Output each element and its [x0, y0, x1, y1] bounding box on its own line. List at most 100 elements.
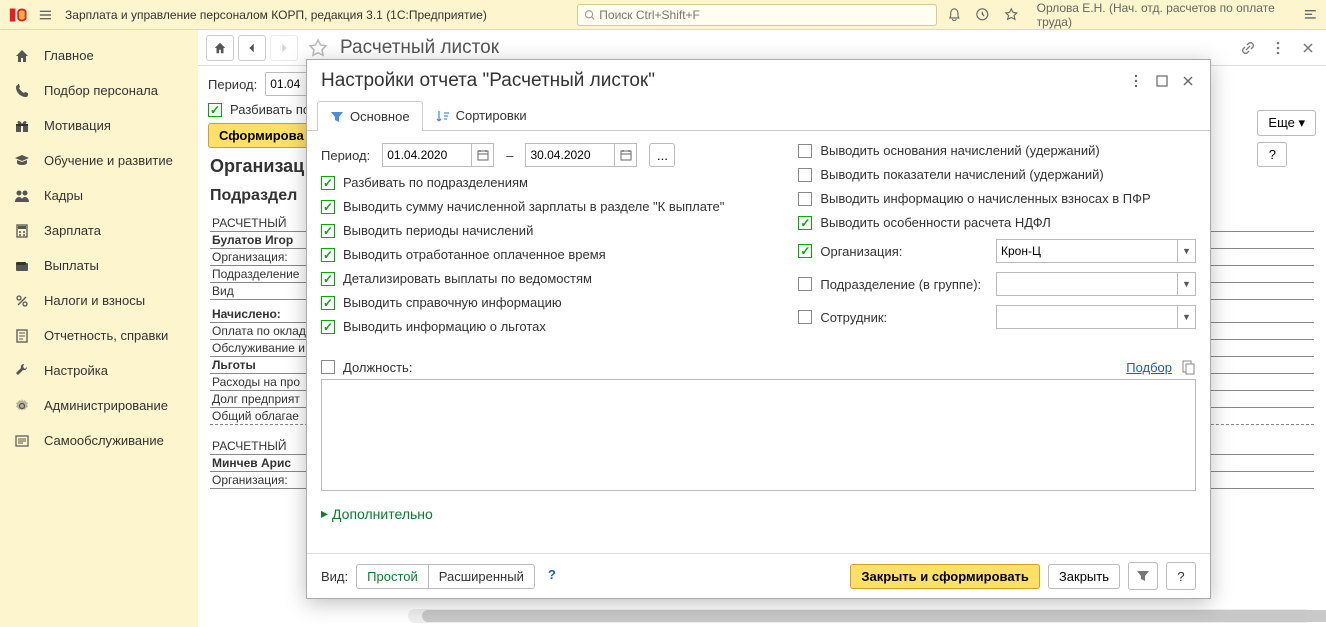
close-and-generate-button[interactable]: Закрыть и сформировать: [850, 564, 1040, 589]
sidebar-item-label: Мотивация: [44, 118, 111, 133]
left-opt-5-checkbox[interactable]: [321, 296, 335, 310]
more-button[interactable]: Еще ▾: [1257, 110, 1316, 136]
date-to-input[interactable]: [525, 143, 615, 167]
sidebar-item-5[interactable]: Зарплата: [0, 213, 198, 248]
left-opt-6-checkbox[interactable]: [321, 320, 335, 334]
close-button[interactable]: Закрыть: [1048, 564, 1120, 589]
sidebar-item-2[interactable]: Мотивация: [0, 108, 198, 143]
sidebar-item-1[interactable]: Подбор персонала: [0, 73, 198, 108]
sidebar-item-11[interactable]: Самообслуживание: [0, 423, 198, 458]
wrench-icon: [14, 363, 30, 379]
sidebar-item-6[interactable]: Выплаты: [0, 248, 198, 283]
panel-settings-icon[interactable]: [1303, 7, 1318, 23]
gear-icon: [14, 398, 30, 414]
view-help-icon[interactable]: ?: [543, 567, 561, 585]
split-checkbox[interactable]: [208, 103, 222, 117]
org-combo[interactable]: ▼: [996, 239, 1196, 263]
filter-settings-icon[interactable]: [1128, 562, 1158, 590]
position-list[interactable]: [321, 379, 1196, 491]
selection-link[interactable]: Подбор: [1126, 360, 1172, 375]
sidebar-item-label: Налоги и взносы: [44, 293, 145, 308]
date-from-input[interactable]: [382, 143, 472, 167]
home-icon: [14, 48, 30, 64]
calendar-from-icon[interactable]: [472, 143, 494, 167]
horizontal-scrollbar[interactable]: [408, 609, 1312, 623]
history-icon[interactable]: [975, 7, 990, 23]
org-checkbox[interactable]: [798, 244, 812, 258]
right-opt-2-label: Выводить информацию о начисленных взноса…: [820, 191, 1150, 206]
app-title: Зарплата и управление персоналом КОРП, р…: [65, 8, 487, 22]
tab-sorting[interactable]: Сортировки: [423, 100, 540, 130]
podr-label: Подразделение (в группе):: [820, 277, 988, 292]
dlg-period-label: Период:: [321, 148, 370, 163]
sidebar-item-7[interactable]: Налоги и взносы: [0, 283, 198, 318]
period-label: Период:: [208, 77, 257, 92]
additional-toggle[interactable]: ▸ Дополнительно: [321, 505, 1196, 522]
sidebar-item-9[interactable]: Настройка: [0, 353, 198, 388]
paste-icon[interactable]: [1180, 359, 1196, 375]
sidebar-item-4[interactable]: Кадры: [0, 178, 198, 213]
right-opt-2-checkbox[interactable]: [798, 192, 812, 206]
close-page-icon[interactable]: [1298, 38, 1318, 58]
sidebar-item-label: Администрирование: [44, 398, 168, 413]
footer-help-button[interactable]: ?: [1166, 562, 1196, 590]
dialog-title: Настройки отчета "Расчетный листок": [321, 70, 1128, 92]
left-opt-0-label: Разбивать по подразделениям: [343, 175, 528, 190]
podr-combo[interactable]: ▼: [996, 272, 1196, 296]
sidebar-item-8[interactable]: Отчетность, справки: [0, 318, 198, 353]
dialog-close-icon[interactable]: [1180, 73, 1196, 89]
back-button[interactable]: [238, 35, 266, 61]
sidebar-item-0[interactable]: Главное: [0, 38, 198, 73]
podr-checkbox[interactable]: [798, 277, 812, 291]
left-opt-0-checkbox[interactable]: [321, 176, 335, 190]
dialog-kebab-icon[interactable]: [1128, 73, 1144, 89]
bell-icon[interactable]: [947, 7, 962, 23]
forward-button: [270, 35, 298, 61]
chevron-down-icon[interactable]: ▼: [1177, 273, 1195, 295]
view-simple-button[interactable]: Простой: [357, 565, 429, 588]
sidebar-item-3[interactable]: Обучение и развитие: [0, 143, 198, 178]
kebab-icon[interactable]: [1268, 38, 1288, 58]
left-opt-1-checkbox[interactable]: [321, 200, 335, 214]
sidebar-item-label: Отчетность, справки: [44, 328, 168, 343]
emp-checkbox[interactable]: [798, 310, 812, 324]
search-box[interactable]: [577, 4, 937, 26]
sidebar-item-label: Выплаты: [44, 258, 99, 273]
generate-button[interactable]: Сформирова: [208, 123, 315, 148]
emp-combo[interactable]: ▼: [996, 305, 1196, 329]
left-opt-2-checkbox[interactable]: [321, 224, 335, 238]
home-button[interactable]: [206, 35, 234, 61]
chevron-down-icon[interactable]: ▼: [1177, 306, 1195, 328]
dialog-maximize-icon[interactable]: [1154, 73, 1170, 89]
app-logo: [8, 6, 30, 24]
left-opt-2-label: Выводить периоды начислений: [343, 223, 533, 238]
sidebar-item-10[interactable]: Администрирование: [0, 388, 198, 423]
position-checkbox[interactable]: [321, 360, 335, 374]
view-label: Вид:: [321, 569, 348, 584]
link-icon[interactable]: [1238, 38, 1258, 58]
right-opt-3-checkbox[interactable]: [798, 216, 812, 230]
user-name: Орлова Е.Н. (Нач. отд. расчетов по оплат…: [1037, 1, 1290, 29]
calendar-to-icon[interactable]: [615, 143, 637, 167]
right-opt-1-checkbox[interactable]: [798, 168, 812, 182]
doc-icon: [14, 328, 30, 344]
right-opt-1-label: Выводить показатели начислений (удержани…: [820, 167, 1103, 182]
tab-main[interactable]: Основное: [317, 101, 423, 131]
sidebar-item-label: Самообслуживание: [44, 433, 164, 448]
chevron-down-icon[interactable]: ▼: [1177, 240, 1195, 262]
left-opt-5-label: Выводить справочную информацию: [343, 295, 562, 310]
sidebar-item-label: Кадры: [44, 188, 83, 203]
left-opt-4-checkbox[interactable]: [321, 272, 335, 286]
favorite-star-icon[interactable]: [308, 38, 328, 58]
left-opt-3-checkbox[interactable]: [321, 248, 335, 262]
view-extended-button[interactable]: Расширенный: [429, 565, 534, 588]
right-opt-3-label: Выводить особенности расчета НДФЛ: [820, 215, 1050, 230]
calc-icon: [14, 223, 30, 239]
right-opt-0-checkbox[interactable]: [798, 144, 812, 158]
sidebar-item-label: Подбор персонала: [44, 83, 158, 98]
sidebar-item-label: Зарплата: [44, 223, 101, 238]
period-ellipsis-button[interactable]: ...: [649, 143, 675, 167]
star-icon[interactable]: [1004, 7, 1019, 23]
search-input[interactable]: [599, 8, 930, 22]
menu-icon[interactable]: [38, 7, 53, 23]
